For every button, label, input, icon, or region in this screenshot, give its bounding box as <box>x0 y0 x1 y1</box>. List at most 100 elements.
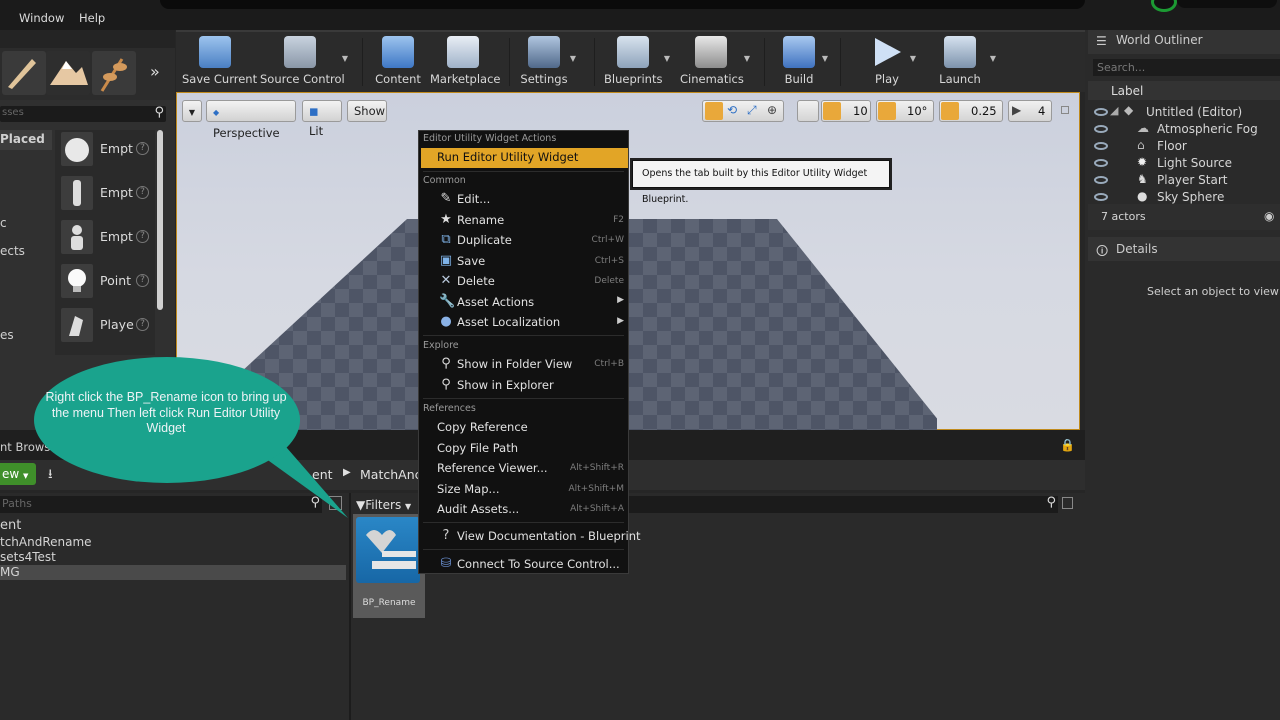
view-documentation-item[interactable]: View Documentation - Blueprint <box>457 529 641 543</box>
menu-help[interactable]: Help <box>79 11 105 25</box>
tree-item-folder[interactable]: MG <box>0 565 20 579</box>
globe-icon: ● <box>440 314 452 329</box>
paint-mode-icon[interactable] <box>2 51 46 95</box>
copy-file-path-item[interactable]: Copy File Path <box>437 441 518 455</box>
list-item[interactable]: Playe? <box>58 306 153 346</box>
category-visual-effects[interactable]: ects <box>0 244 25 258</box>
show-button[interactable]: Show <box>347 100 387 122</box>
add-new-button[interactable]: ew ▼ <box>0 463 36 485</box>
outliner-row[interactable]: Atmospheric Fog <box>1157 122 1258 136</box>
search-classes-input[interactable]: sses ⚲ <box>0 105 166 122</box>
chevron-down-icon[interactable]: ◢ <box>1110 104 1118 117</box>
tree-item-folder[interactable]: sets4Test <box>0 550 56 564</box>
category-basic[interactable]: c <box>0 216 7 230</box>
help-icon[interactable]: ? <box>136 186 149 199</box>
scale-snap-value[interactable]: 0.25 <box>971 100 997 122</box>
world-outliner-tab[interactable]: World Outliner <box>1116 33 1203 47</box>
visibility-eye-icon[interactable] <box>1094 159 1108 167</box>
source-control-icon: ⛁ <box>440 556 452 571</box>
outliner-row[interactable]: Light Source <box>1157 156 1232 170</box>
chevron-right-icon: ▶ <box>617 295 624 305</box>
play-button[interactable]: Play ▼ <box>866 32 916 92</box>
menu-window[interactable]: Window <box>19 11 64 25</box>
rotation-snap-value[interactable]: 10° <box>907 100 927 122</box>
rename-menu-item[interactable]: Rename <box>457 213 504 227</box>
perspective-button[interactable]: ◆ Perspective <box>206 100 296 140</box>
visibility-eye-icon[interactable] <box>1094 125 1108 133</box>
chevron-down-icon: ▼ <box>743 54 750 63</box>
tree-item-content[interactable]: ent <box>0 518 21 533</box>
cinematics-button[interactable]: Cinematics ▼ <box>680 32 750 92</box>
world-space-icon[interactable]: ⊕ <box>767 103 777 117</box>
save-current-button[interactable]: Save Current <box>182 32 257 92</box>
marketplace-button[interactable]: Marketplace <box>430 32 500 92</box>
outliner-row[interactable]: Player Start <box>1157 173 1227 187</box>
visibility-eye-icon[interactable] <box>1094 108 1108 116</box>
connect-source-control-item[interactable]: Connect To Source Control... <box>457 557 620 571</box>
category-all-classes[interactable]: es <box>0 328 14 342</box>
source-control-button[interactable]: Source Control ▼ <box>260 32 348 92</box>
help-icon[interactable]: ? <box>136 274 149 287</box>
reference-viewer-item[interactable]: Reference Viewer... <box>437 461 548 475</box>
sphere-icon: ● <box>1137 189 1148 203</box>
foliage-mode-icon[interactable] <box>92 51 136 95</box>
asset-actions-menu-item[interactable]: Asset Actions <box>457 295 534 309</box>
edit-menu-item[interactable]: Edit... <box>457 192 490 206</box>
visibility-eye-icon[interactable] <box>1094 142 1108 150</box>
category-recently-placed[interactable]: Placed <box>0 132 45 146</box>
asset-localization-menu-item[interactable]: Asset Localization <box>457 315 560 329</box>
landscape-mode-icon[interactable] <box>46 51 90 95</box>
copy-reference-item[interactable]: Copy Reference <box>437 420 528 434</box>
scale-icon[interactable]: ⤢ <box>747 103 757 118</box>
visibility-eye-icon[interactable] <box>1094 176 1108 184</box>
help-icon[interactable]: ? <box>136 142 149 155</box>
grid-snap-value[interactable]: 10 <box>853 100 868 122</box>
content-button[interactable]: Content <box>372 32 424 92</box>
list-item[interactable]: Point? <box>58 262 153 302</box>
maximize-viewport-icon[interactable] <box>1061 106 1069 114</box>
build-button[interactable]: Build ▼ <box>778 32 828 92</box>
audit-assets-item[interactable]: Audit Assets... <box>437 502 519 516</box>
camera-speed-button[interactable]: ▶ <box>1008 100 1052 122</box>
delete-menu-item[interactable]: Delete <box>457 274 495 288</box>
view-options-eye-icon[interactable]: ◉ <box>1264 209 1274 223</box>
show-in-folder-view-item[interactable]: Show in Folder View <box>457 357 572 371</box>
size-map-item[interactable]: Size Map... <box>437 482 500 496</box>
filters-button[interactable]: ▼Filters ▼ <box>356 495 414 515</box>
tree-item-folder[interactable]: tchAndRename <box>0 535 92 549</box>
list-item[interactable]: Empt? <box>58 174 153 214</box>
surface-snap-icon[interactable] <box>797 100 819 122</box>
source-control-status-icon[interactable] <box>1151 0 1177 12</box>
show-in-explorer-item[interactable]: Show in Explorer <box>457 378 554 392</box>
settings-button[interactable]: Settings ▼ <box>520 32 576 92</box>
rotate-icon[interactable]: ⟲ <box>727 103 737 117</box>
outliner-row[interactable]: Untitled (Editor) <box>1146 105 1242 119</box>
translate-icon[interactable] <box>705 102 723 120</box>
expand-modes-icon[interactable]: » <box>150 62 160 81</box>
transform-tools[interactable]: ⟲ ⤢ ⊕ <box>702 100 784 122</box>
list-item[interactable]: Empt? <box>58 218 153 258</box>
import-icon[interactable]: ⭳ <box>48 465 53 487</box>
section-header: References <box>423 403 476 414</box>
help-icon[interactable]: ? <box>136 230 149 243</box>
run-editor-utility-widget-item[interactable]: Run Editor Utility Widget <box>437 150 578 164</box>
outliner-row[interactable]: Sky Sphere <box>1157 190 1224 204</box>
outliner-search-input[interactable]: Search... <box>1093 59 1280 76</box>
scrollbar[interactable] <box>157 130 163 310</box>
details-tab[interactable]: Details <box>1116 242 1158 256</box>
viewport-options-button[interactable]: ▼ <box>182 100 202 122</box>
help-icon[interactable]: ? <box>136 318 149 331</box>
breadcrumb-folder[interactable]: MatchAnc <box>360 467 422 482</box>
list-item[interactable]: Empt? <box>58 130 153 170</box>
duplicate-menu-item[interactable]: Duplicate <box>457 233 512 247</box>
chevron-down-icon: ▼ <box>405 502 412 511</box>
save-search-icon[interactable] <box>1062 497 1073 509</box>
blueprints-button[interactable]: Blueprints ▼ <box>604 32 670 92</box>
asset-tile-bp-rename[interactable]: BP_Rename <box>353 514 425 618</box>
visibility-eye-icon[interactable] <box>1094 193 1108 201</box>
lit-button[interactable]: ◼ Lit <box>302 100 342 138</box>
save-menu-item[interactable]: Save <box>457 254 485 268</box>
outliner-row[interactable]: Floor <box>1157 139 1187 153</box>
lock-icon[interactable]: 🔒 <box>1060 438 1075 452</box>
launch-button[interactable]: Launch ▼ <box>938 32 996 92</box>
